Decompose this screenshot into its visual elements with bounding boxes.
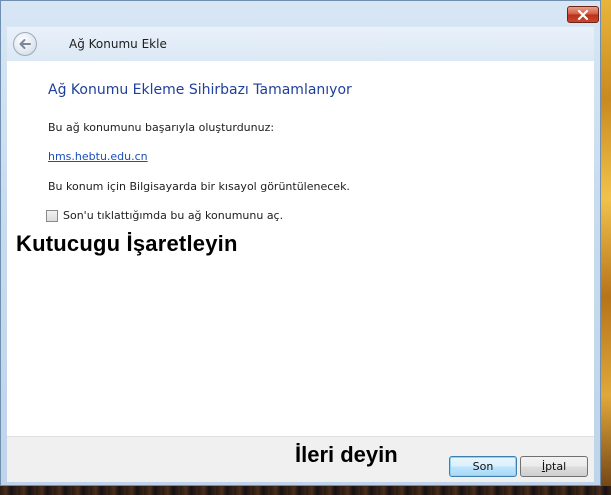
check-instruction-annotation: Kutucugu İşaretleyin — [16, 231, 238, 256]
window-title: Ağ Konumu Ekle — [69, 37, 167, 51]
wizard-header: Ağ Konumu Ekle — [7, 27, 594, 61]
page-heading: Ağ Konumu Ekleme Sihirbazı Tamamlanıyor — [48, 82, 352, 98]
back-arrow-icon — [19, 39, 31, 49]
close-button[interactable] — [567, 6, 599, 23]
shortcut-info-text: Bu konum için Bilgisayarda bir kısayol g… — [48, 180, 350, 193]
next-instruction-annotation: İleri deyin — [295, 442, 398, 467]
finish-button[interactable]: Son — [449, 456, 517, 477]
open-location-checkbox[interactable] — [46, 209, 58, 222]
wizard-footer: İleri deyin Son İptal — [7, 436, 594, 482]
back-button[interactable] — [13, 32, 37, 56]
cancel-button[interactable]: İptal — [520, 456, 588, 477]
open-location-option[interactable]: Son'u tıklattığımda bu ağ konumunu aç. — [46, 209, 283, 222]
network-location-link[interactable]: hms.hebtu.edu.cn — [48, 150, 148, 163]
close-icon — [577, 9, 589, 20]
success-text: Bu ağ konumunu başarıyla oluşturdunuz: — [48, 121, 275, 134]
desktop-background — [601, 0, 611, 495]
cancel-label-rest: ptal — [545, 460, 567, 473]
wizard-content: Ağ Konumu Ekleme Sihirbazı Tamamlanıyor … — [7, 61, 594, 436]
taskbar-strip — [0, 486, 611, 495]
title-bar[interactable] — [1, 1, 600, 27]
wizard-window: Ağ Konumu Ekle Ağ Konumu Ekleme Sihirbaz… — [0, 0, 601, 486]
checkbox-label[interactable]: Son'u tıklattığımda bu ağ konumunu aç. — [63, 209, 283, 222]
